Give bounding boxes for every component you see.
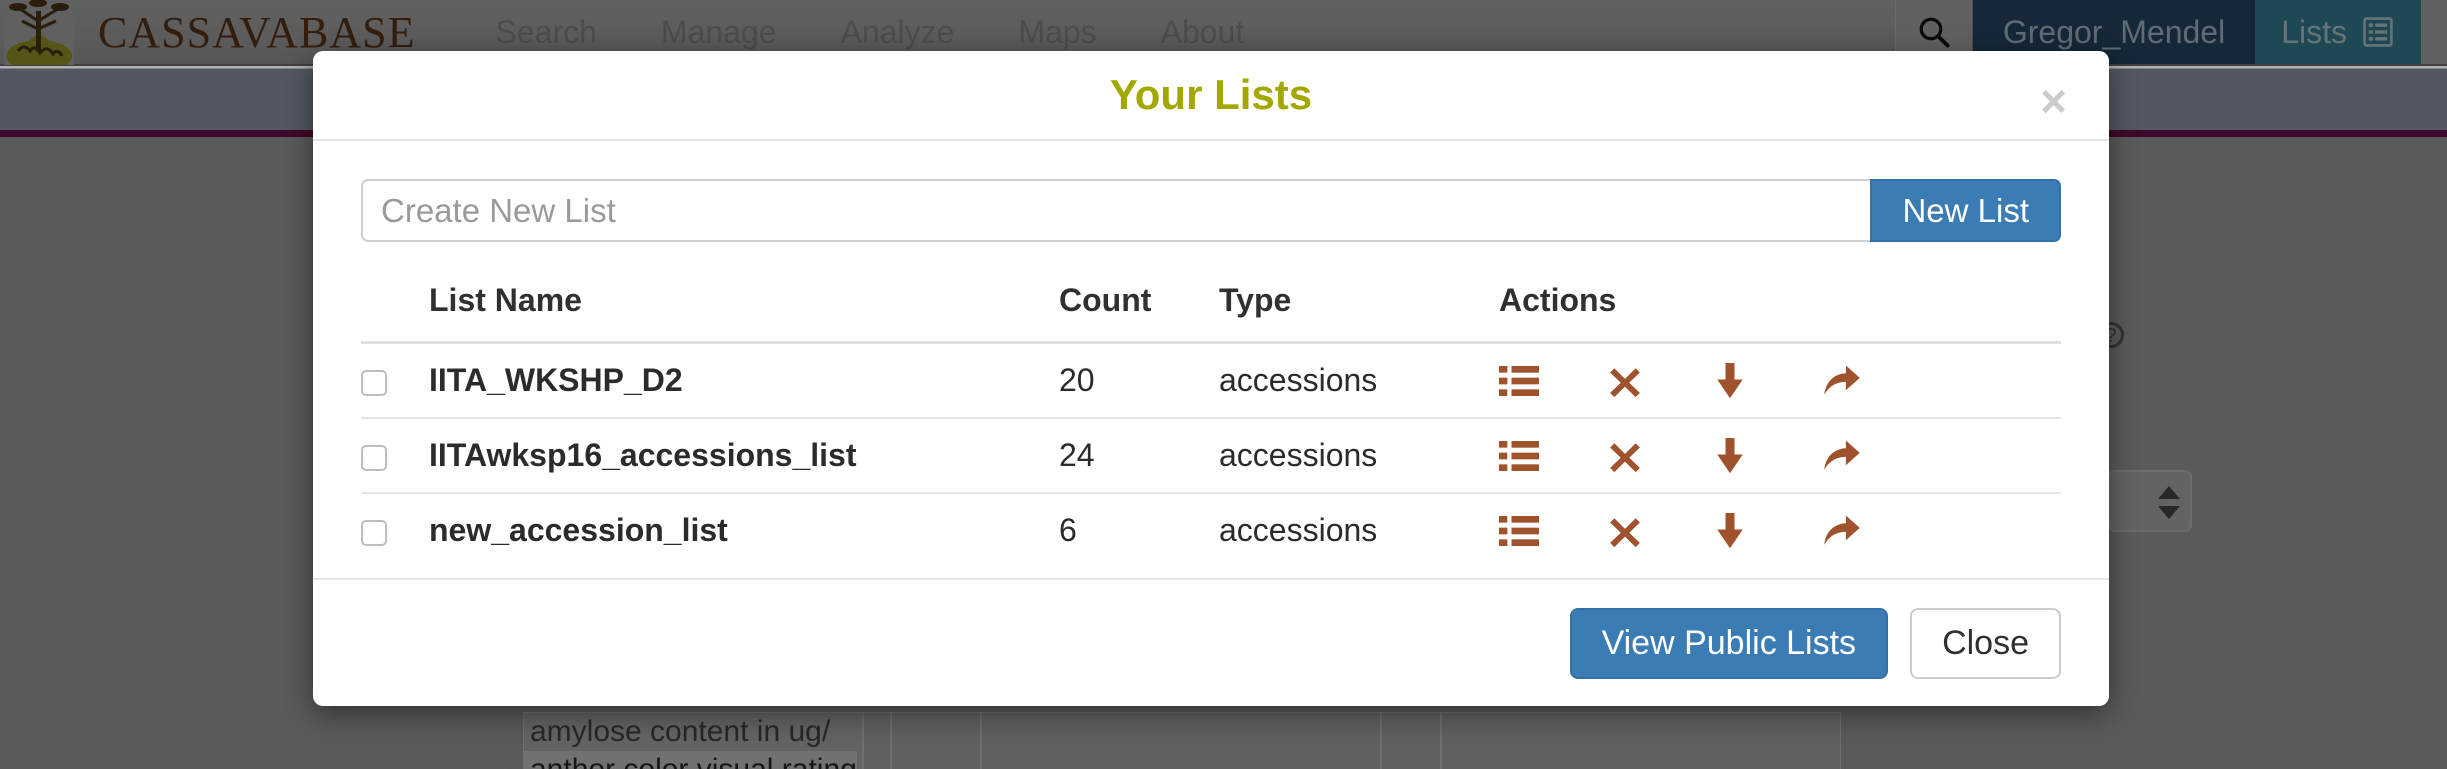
header-type: Type bbox=[1219, 282, 1499, 344]
cell-list-name: IITAwksp16_accessions_list bbox=[429, 418, 1059, 494]
delete-icon[interactable] bbox=[1607, 364, 1715, 398]
cell-select bbox=[361, 418, 429, 494]
header-list-name: List Name bbox=[429, 282, 1059, 344]
close-icon[interactable]: × bbox=[2040, 78, 2067, 124]
row-checkbox[interactable] bbox=[361, 369, 387, 396]
view-list-icon[interactable] bbox=[1499, 365, 1607, 397]
view-list-icon[interactable] bbox=[1499, 515, 1607, 547]
delete-icon[interactable] bbox=[1607, 514, 1715, 548]
lists-table-body: IITA_WKSHP_D2 20 accessions IITAwksp16_a… bbox=[361, 342, 2061, 568]
delete-icon[interactable] bbox=[1607, 439, 1715, 473]
cell-count: 24 bbox=[1059, 418, 1219, 494]
download-icon[interactable] bbox=[1715, 512, 1823, 549]
modal-footer: View Public Lists Close bbox=[313, 578, 2109, 706]
screen: ? amylose content in ug/ anther color vi… bbox=[0, 0, 2447, 769]
your-lists-modal: Your Lists × New List List Name Count Ty… bbox=[313, 51, 2109, 706]
table-row: IITAwksp16_accessions_list 24 accessions bbox=[361, 418, 2061, 494]
cell-actions bbox=[1499, 418, 2061, 494]
new-list-button[interactable]: New List bbox=[1870, 179, 2061, 242]
header-count: Count bbox=[1059, 282, 1219, 344]
create-list-group: New List bbox=[361, 179, 2061, 242]
share-icon[interactable] bbox=[1823, 364, 1931, 398]
lists-table-head: List Name Count Type Actions bbox=[361, 282, 2061, 344]
cell-actions bbox=[1499, 342, 2061, 419]
share-icon[interactable] bbox=[1823, 439, 1931, 473]
cell-list-name: new_accession_list bbox=[429, 512, 728, 548]
modal-body: New List List Name Count Type Actions bbox=[313, 141, 2109, 578]
cell-count: 6 bbox=[1059, 512, 1077, 548]
table-row: new_accession_list 6 accessions bbox=[361, 493, 2061, 567]
download-icon[interactable] bbox=[1715, 362, 1823, 399]
modal-header: Your Lists × bbox=[313, 51, 2109, 141]
row-actions bbox=[1499, 362, 2061, 399]
modal-title: Your Lists bbox=[1109, 71, 1313, 118]
cell-select bbox=[361, 342, 429, 419]
table-row: IITA_WKSHP_D2 20 accessions bbox=[361, 342, 2061, 419]
row-actions bbox=[1499, 437, 2061, 474]
view-list-icon[interactable] bbox=[1499, 440, 1607, 472]
cell-actions bbox=[1499, 493, 2061, 567]
table-header-row: List Name Count Type Actions bbox=[361, 282, 2061, 344]
cell-count: 20 bbox=[1059, 342, 1219, 419]
header-actions: Actions bbox=[1499, 282, 2061, 344]
cell-type: accessions bbox=[1219, 342, 1499, 419]
cell-select bbox=[361, 493, 429, 567]
row-checkbox[interactable] bbox=[361, 444, 387, 471]
create-list-input[interactable] bbox=[361, 179, 1871, 242]
cell-list-name: IITA_WKSHP_D2 bbox=[429, 342, 1059, 419]
lists-table: List Name Count Type Actions IITA_WKSHP_… bbox=[361, 282, 2061, 567]
close-button[interactable]: Close bbox=[1910, 607, 2061, 679]
cell-type: accessions bbox=[1219, 512, 1378, 548]
header-select bbox=[361, 282, 429, 344]
view-public-lists-button[interactable]: View Public Lists bbox=[1569, 607, 1889, 679]
row-actions bbox=[1499, 512, 2061, 549]
share-icon[interactable] bbox=[1823, 514, 1931, 548]
row-checkbox[interactable] bbox=[361, 519, 387, 546]
cell-type: accessions bbox=[1219, 418, 1499, 494]
download-icon[interactable] bbox=[1715, 437, 1823, 474]
